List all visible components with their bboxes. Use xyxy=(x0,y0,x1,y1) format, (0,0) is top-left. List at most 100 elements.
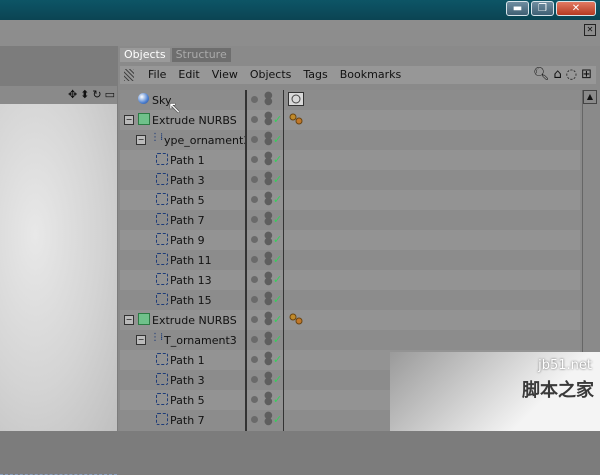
tree-row[interactable]: Path 1 xyxy=(120,350,245,370)
visibility-dot-icon[interactable] xyxy=(251,376,258,383)
tree-row[interactable]: − Extrude NURBS xyxy=(120,110,245,130)
close-button[interactable]: ✕ xyxy=(556,1,596,16)
tree-row[interactable]: Path 11 xyxy=(120,250,245,270)
render-dots-icon[interactable]: ● ● xyxy=(264,311,273,327)
tree-row[interactable]: Path 15 xyxy=(120,290,245,310)
visibility-dot-icon[interactable] xyxy=(251,96,258,103)
render-dots-icon[interactable]: ● ● xyxy=(264,211,273,227)
enabled-check-icon[interactable]: ✓ xyxy=(273,393,282,406)
move-view-icon[interactable]: ✥ xyxy=(68,88,77,101)
tree-row[interactable]: Path 9 xyxy=(120,230,245,250)
visibility-dot-icon[interactable] xyxy=(251,156,258,163)
render-dots-icon[interactable]: ● ● xyxy=(264,391,273,407)
tree-row[interactable]: Path 7 xyxy=(120,210,245,230)
enabled-check-icon[interactable]: ✓ xyxy=(273,273,282,286)
texture-tag-icon[interactable] xyxy=(288,92,304,109)
tree-row[interactable]: − ⋮⁞ ype_ornament3 xyxy=(120,130,250,150)
enabled-check-icon[interactable]: ✓ xyxy=(273,253,282,266)
tree-row[interactable]: Path 13 xyxy=(120,270,245,290)
tree-row[interactable]: Sky xyxy=(120,90,245,110)
visibility-dot-icon[interactable] xyxy=(251,336,258,343)
enabled-check-icon[interactable]: ✓ xyxy=(273,153,282,166)
tree-row[interactable]: Path 7 xyxy=(120,410,245,430)
render-dots-icon[interactable]: ● ● xyxy=(264,291,273,307)
render-dots-icon[interactable]: ● ● xyxy=(264,151,273,167)
viewport[interactable] xyxy=(0,104,117,475)
enabled-check-icon[interactable]: ✓ xyxy=(273,313,282,326)
enabled-check-icon[interactable]: ✓ xyxy=(273,373,282,386)
tab-structure[interactable]: Structure xyxy=(171,48,231,62)
render-dots-icon[interactable]: ● ● xyxy=(264,271,273,287)
collapse-icon[interactable]: − xyxy=(124,115,134,125)
tree-row[interactable]: − Extrude NURBS xyxy=(120,310,245,330)
enabled-check-icon[interactable]: ✓ xyxy=(273,113,282,126)
maximize-view-icon[interactable]: ▭ xyxy=(105,88,115,101)
enabled-check-icon[interactable]: ✓ xyxy=(273,193,282,206)
menu-objects[interactable]: Objects xyxy=(250,68,292,81)
window-titlebar: ▬ ❐ ✕ xyxy=(0,0,600,20)
visibility-dot-icon[interactable] xyxy=(251,196,258,203)
visibility-dot-icon[interactable] xyxy=(251,416,258,423)
eye-icon[interactable]: ◌ xyxy=(566,67,577,82)
visibility-dot-icon[interactable] xyxy=(251,136,258,143)
object-label: Path 1 xyxy=(170,154,205,167)
render-dots-icon[interactable]: ● ● xyxy=(264,91,273,107)
rotate-view-icon[interactable]: ↻ xyxy=(92,88,101,101)
render-dots-icon[interactable]: ● ● xyxy=(264,131,273,147)
render-dots-icon[interactable]: ● ● xyxy=(264,231,273,247)
enabled-check-icon[interactable]: ✓ xyxy=(273,413,282,426)
layout-icon[interactable]: ✕ xyxy=(584,24,596,36)
collapse-icon[interactable]: − xyxy=(136,335,146,345)
visibility-dot-icon[interactable] xyxy=(251,296,258,303)
enabled-check-icon[interactable]: ✓ xyxy=(273,173,282,186)
visibility-dot-icon[interactable] xyxy=(251,236,258,243)
visibility-dot-icon[interactable] xyxy=(251,116,258,123)
tree-row[interactable]: Path 3 xyxy=(120,170,245,190)
enabled-check-icon[interactable]: ✓ xyxy=(273,333,282,346)
visibility-dot-icon[interactable] xyxy=(251,216,258,223)
tree-row[interactable]: − ⋮⁞ T_ornament3 xyxy=(120,330,245,350)
collapse-icon[interactable]: − xyxy=(124,315,134,325)
visibility-dot-icon[interactable] xyxy=(251,356,258,363)
render-dots-icon[interactable]: ● ● xyxy=(264,351,273,367)
render-dots-icon[interactable]: ● ● xyxy=(264,191,273,207)
enabled-check-icon[interactable]: ✓ xyxy=(273,213,282,226)
enabled-check-icon[interactable]: ✓ xyxy=(273,233,282,246)
restore-button[interactable]: ❐ xyxy=(531,1,554,16)
tab-objects[interactable]: Objects xyxy=(120,48,170,62)
tree-row[interactable]: Path 5 xyxy=(120,190,245,210)
zoom-view-icon[interactable]: ⬍ xyxy=(80,88,89,101)
tree-row[interactable]: Path 5 xyxy=(120,390,245,410)
minimize-button[interactable]: ▬ xyxy=(506,1,529,16)
enabled-check-icon[interactable]: ✓ xyxy=(273,353,282,366)
enabled-check-icon[interactable]: ✓ xyxy=(273,293,282,306)
menu-bookmarks[interactable]: Bookmarks xyxy=(340,68,401,81)
render-dots-icon[interactable]: ● ● xyxy=(264,331,273,347)
render-dots-icon[interactable]: ● ● xyxy=(264,371,273,387)
grip-icon[interactable] xyxy=(124,69,134,81)
tree-row[interactable]: Path 3 xyxy=(120,370,245,390)
menu-file[interactable]: File xyxy=(148,68,166,81)
visibility-dot-icon[interactable] xyxy=(251,316,258,323)
visibility-dot-icon[interactable] xyxy=(251,256,258,263)
enabled-check-icon[interactable]: ✓ xyxy=(273,133,282,146)
render-dots-icon[interactable]: ● ● xyxy=(264,411,273,427)
home-icon[interactable]: ⌂ xyxy=(553,67,561,82)
visibility-dot-icon[interactable] xyxy=(251,276,258,283)
phong-tag-icon[interactable] xyxy=(288,312,304,329)
collapse-icon[interactable]: − xyxy=(136,135,146,145)
menu-view[interactable]: View xyxy=(212,68,238,81)
menu-edit[interactable]: Edit xyxy=(178,68,199,81)
scroll-up-icon[interactable]: ▲ xyxy=(583,90,597,104)
phong-tag-icon[interactable] xyxy=(288,112,304,129)
new-panel-icon[interactable]: ⊞ xyxy=(581,67,592,82)
object-label: Path 3 xyxy=(170,374,205,387)
visibility-dot-icon[interactable] xyxy=(251,176,258,183)
search-icon[interactable]: 🔍︎ xyxy=(533,67,550,82)
tree-row[interactable]: Path 1 xyxy=(120,150,245,170)
render-dots-icon[interactable]: ● ● xyxy=(264,171,273,187)
render-dots-icon[interactable]: ● ● xyxy=(264,251,273,267)
visibility-dot-icon[interactable] xyxy=(251,396,258,403)
menu-tags[interactable]: Tags xyxy=(303,68,327,81)
render-dots-icon[interactable]: ● ● xyxy=(264,111,273,127)
